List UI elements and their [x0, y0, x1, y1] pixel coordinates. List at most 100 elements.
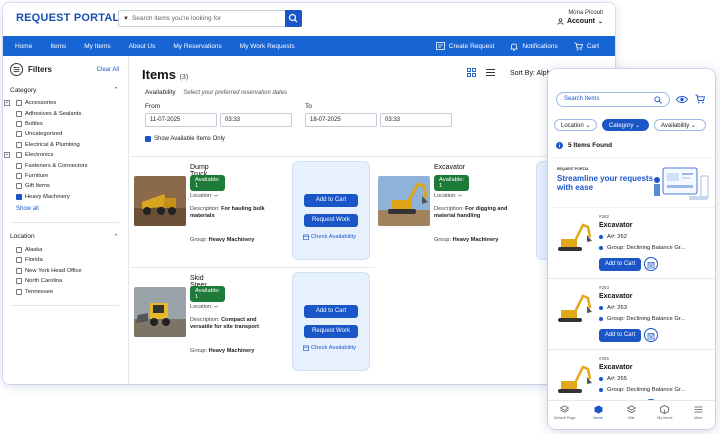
mobile-item-card[interactable]: #263 Excavator A#: 263 Group: Declining Bal…	[548, 282, 715, 350]
tab-bilk[interactable]: Bilk	[616, 401, 646, 429]
category-option[interactable]: Heavy Machinery	[10, 192, 119, 202]
chevron-up-icon[interactable]: ⌃	[113, 86, 119, 94]
location-option[interactable]: New York Head Office	[10, 266, 119, 276]
tab-items[interactable]: Items	[583, 401, 613, 429]
banner-illustration	[654, 167, 709, 200]
search-input[interactable]	[131, 15, 282, 22]
location-checkbox[interactable]	[16, 247, 22, 254]
calendar-button[interactable]	[644, 328, 658, 342]
location-option[interactable]: North Carolina	[10, 276, 119, 286]
category-option[interactable]: Furniture	[10, 171, 119, 181]
show-available-toggle[interactable]: Show Available Items Only	[145, 136, 225, 142]
from-date-input[interactable]: 11-07-2025	[145, 113, 217, 127]
create-request-link[interactable]: Create Request	[435, 42, 494, 50]
category-option[interactable]: + Accessories	[4, 98, 119, 108]
location-checkbox[interactable]	[16, 278, 22, 285]
to-date-input[interactable]: 18-07-2025	[305, 113, 377, 127]
category-option[interactable]: Electrical & Plumbing	[10, 140, 119, 150]
check-availability-link[interactable]: Check Availability	[303, 345, 356, 351]
add-to-cart-button[interactable]: Add to Cart	[304, 194, 358, 207]
clear-all-link[interactable]: Clear All	[97, 67, 119, 73]
to-time-input[interactable]: 03:33	[380, 113, 452, 127]
tab-more[interactable]: More	[683, 401, 713, 429]
search-button[interactable]	[285, 10, 302, 27]
excavator-image[interactable]	[555, 361, 593, 397]
calendar-button[interactable]	[644, 257, 658, 271]
skid-steer-loader-image[interactable]	[134, 287, 186, 337]
from-time-input[interactable]: 03:33	[220, 113, 292, 127]
category-checkbox[interactable]	[16, 131, 22, 138]
nav-items[interactable]: Items	[50, 43, 66, 50]
category-option[interactable]: Fasteners & Connectors	[10, 160, 119, 170]
eye-icon[interactable]	[676, 95, 688, 104]
category-option[interactable]: Bottles	[10, 119, 119, 129]
category-checkbox[interactable]	[16, 162, 22, 169]
dump-truck-image[interactable]	[134, 176, 186, 226]
expand-icon[interactable]: +	[4, 100, 10, 106]
mobile-item-card[interactable]: #262 Excavator A#: 262 Group: Declining Bal…	[548, 211, 715, 279]
location-filter-pill[interactable]: Location ⌄	[554, 119, 597, 131]
nav-my-work-requests[interactable]: My Work Requests	[240, 43, 295, 50]
chevron-up-icon[interactable]: ⌃	[113, 233, 119, 241]
add-to-cart-button[interactable]: Add to Cart	[304, 305, 358, 318]
show-available-checkbox[interactable]	[145, 136, 151, 142]
cart-icon[interactable]	[695, 94, 705, 104]
location-checkbox[interactable]	[16, 288, 22, 295]
bullet-icon	[599, 246, 603, 250]
user-menu[interactable]: Mona Picoult Account ⌄	[557, 10, 603, 25]
category-option[interactable]: Gift Items	[10, 181, 119, 191]
list-view-icon[interactable]	[486, 68, 495, 77]
grid-view-icon[interactable]	[467, 68, 476, 77]
category-checkbox[interactable]	[16, 110, 22, 117]
item-name[interactable]: Excavator	[599, 293, 632, 300]
item-asset: A#: 263	[599, 305, 627, 311]
nav-my-items[interactable]: My Items	[84, 43, 110, 50]
filters-title: Filters	[28, 65, 53, 74]
chevron-down-icon[interactable]: ▼	[119, 16, 132, 22]
category-option[interactable]: Uncategorized	[10, 129, 119, 139]
request-work-button[interactable]: Request Work	[304, 214, 358, 227]
excavator-image[interactable]	[555, 290, 593, 326]
add-to-cart-button[interactable]: Add to Cart	[599, 258, 641, 271]
location-option[interactable]: Alaska	[10, 245, 119, 255]
category-checkbox[interactable]	[16, 152, 22, 159]
nav-home[interactable]: Home	[15, 43, 32, 50]
expand-icon[interactable]: +	[4, 151, 10, 158]
location-option[interactable]: Tennessee	[10, 286, 119, 296]
sort-by-dropdown[interactable]: Sort By: Alph	[510, 70, 550, 77]
category-option[interactable]: + Electronics	[4, 150, 119, 160]
nav-my-reservations[interactable]: My Reservations	[173, 43, 221, 50]
excavator-image[interactable]	[378, 176, 430, 226]
location-section-header[interactable]: Location ⌃	[10, 233, 119, 241]
category-checkbox[interactable]	[16, 183, 22, 190]
nav-about-us[interactable]: About Us	[129, 43, 156, 50]
search-icon[interactable]	[654, 96, 662, 104]
mobile-search-input[interactable]: Search Items	[556, 92, 670, 107]
category-checkbox[interactable]	[16, 100, 22, 107]
tab-my-items[interactable]: My Items	[650, 401, 680, 429]
check-availability-link[interactable]: Check Availability	[303, 234, 356, 240]
category-checkbox[interactable]	[16, 193, 22, 200]
notifications-link[interactable]: Notifications	[510, 42, 558, 51]
category-checkbox[interactable]	[16, 120, 22, 127]
account-dropdown[interactable]: Account ⌄	[557, 18, 603, 25]
location-checkbox[interactable]	[16, 257, 22, 264]
show-all-link[interactable]: Show all	[16, 206, 119, 212]
tab-default-page[interactable]: Default Page	[550, 401, 580, 429]
item-name[interactable]: Excavator	[599, 364, 632, 371]
cart-link[interactable]: Cart	[574, 42, 599, 51]
request-work-button[interactable]: Request Work	[304, 325, 358, 338]
category-checkbox[interactable]	[16, 141, 22, 148]
add-to-cart-button[interactable]: Add to Cart	[599, 329, 641, 342]
excavator-image[interactable]	[555, 219, 593, 255]
category-checkbox[interactable]	[16, 172, 22, 179]
category-filter-pill[interactable]: Category ⌄	[602, 119, 649, 131]
location-option[interactable]: Florida	[10, 255, 119, 265]
availability-filter-pill[interactable]: Availability ⌄	[654, 119, 706, 131]
item-name[interactable]: Excavator	[599, 222, 632, 229]
location-checkbox[interactable]	[16, 267, 22, 274]
category-option[interactable]: Adhesives & Sealants	[10, 108, 119, 118]
item-name[interactable]: Excavator	[434, 164, 465, 171]
logo[interactable]: REQUEST PORTAL	[16, 12, 119, 24]
category-section-header[interactable]: Category ⌃	[10, 86, 119, 95]
